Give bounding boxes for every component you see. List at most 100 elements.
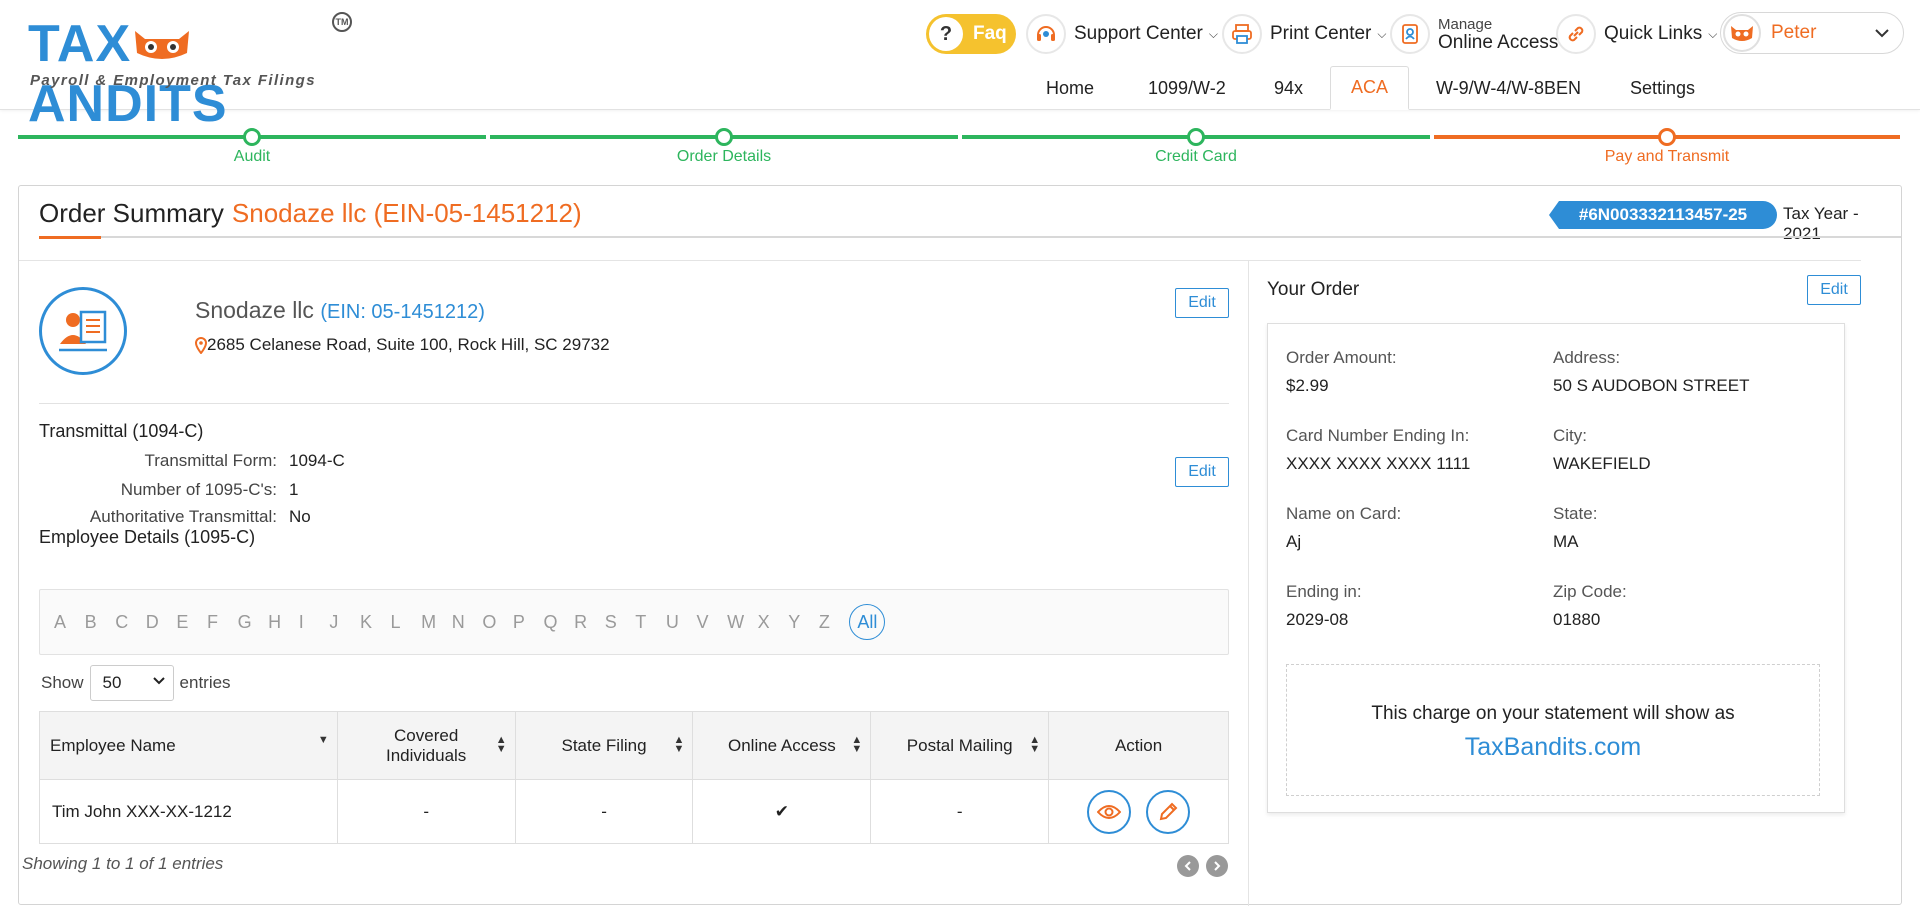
company-ein: (EIN: 05-1451212) [320, 301, 485, 323]
covered-individuals-cell: - [336, 779, 516, 844]
tab-home[interactable]: Home [1026, 66, 1114, 110]
sort-icon: ▲ ▼ [851, 734, 863, 755]
tab-94x[interactable]: 94x [1254, 66, 1323, 110]
letter-filter-e[interactable]: E [176, 612, 207, 633]
letter-filter-s[interactable]: S [605, 612, 636, 633]
print-center-menu[interactable]: Print Center ⌵ [1222, 14, 1386, 54]
letter-filter-g[interactable]: G [238, 612, 269, 633]
col-employee-name[interactable]: Employee Name ▼ [39, 711, 338, 780]
letter-filter-x[interactable]: X [758, 612, 789, 633]
owl-mask-icon [135, 31, 190, 60]
table-row: Tim John XXX-XX-1212 - - ✔ - [39, 779, 1229, 844]
letter-filter-p[interactable]: P [513, 612, 544, 633]
edit-order-button[interactable]: Edit [1807, 275, 1861, 305]
city-field: City: WAKEFIELD [1553, 426, 1651, 474]
letter-filter-w[interactable]: W [727, 612, 758, 633]
state-field: State: MA [1553, 504, 1597, 552]
tab-settings[interactable]: Settings [1610, 66, 1715, 110]
card-expiry-value: 2029-08 [1286, 610, 1349, 629]
employee-table: Employee Name ▼ Covered Individuals ▲ ▼ Sta… [39, 711, 1229, 844]
your-order-pane: Your Order Edit Order Amount: $2.99 Addr… [1249, 260, 1861, 906]
letter-filter-d[interactable]: D [146, 612, 177, 633]
address-field: Address: 50 S AUDOBON STREET [1553, 348, 1750, 396]
transmittal-form-value: 1094-C [289, 451, 345, 470]
step-label: Pay and Transmit [1604, 148, 1730, 165]
letter-filter-i[interactable]: I [299, 612, 330, 633]
app-header: TAXANDITS TM Payroll & Employment Tax Fi… [0, 0, 1920, 133]
letter-filter-r[interactable]: R [574, 612, 605, 633]
taxbandits-logo[interactable]: TAXANDITS TM Payroll & Employment Tax Fi… [28, 10, 368, 133]
letter-filter-f[interactable]: F [207, 612, 238, 633]
col-state-filing[interactable]: State Filing ▲ ▼ [514, 711, 694, 780]
number-1095c-row: Number of 1095-C's: 1 [19, 480, 1019, 504]
col-covered-individuals[interactable]: Covered Individuals ▲ ▼ [336, 711, 516, 780]
tab-1099-w2[interactable]: 1099/W-2 [1128, 66, 1246, 110]
letter-filter-a[interactable]: A [54, 612, 85, 633]
letter-filter-l[interactable]: L [391, 612, 422, 633]
manage-online-access-link[interactable]: Manage Online Access [1390, 14, 1558, 54]
letter-filter-t[interactable]: T [635, 612, 666, 633]
tab-w9-w4-w8ben[interactable]: W-9/W-4/W-8BEN [1416, 66, 1601, 110]
edit-transmittal-button[interactable]: Edit [1175, 457, 1229, 487]
support-center-label: Support Center [1074, 23, 1203, 44]
letter-filter-c[interactable]: C [115, 612, 146, 633]
alphabet-filter: A B C D E F G H I J K L M N O P Q R S T … [39, 589, 1229, 655]
card-expiry-label: Ending in: [1286, 582, 1362, 601]
online-access-cell: ✔ [692, 779, 872, 844]
step-audit[interactable]: Audit [18, 128, 486, 168]
view-button[interactable] [1087, 789, 1132, 834]
letter-filter-j[interactable]: J [329, 612, 360, 633]
previous-page-button[interactable] [1177, 855, 1199, 877]
order-amount-field: Order Amount: $2.99 [1286, 348, 1397, 396]
business-document-icon [39, 287, 127, 375]
order-amount-label: Order Amount: [1286, 348, 1397, 367]
col-online-access[interactable]: Online Access ▲ ▼ [692, 711, 872, 780]
letter-filter-k[interactable]: K [360, 612, 391, 633]
employee-name-cell: Tim John XXX-XX-1212 [39, 779, 338, 844]
order-number-badge: #6N003332113457-25 [1549, 201, 1777, 229]
chevron-down-icon: ⌵ [1208, 26, 1218, 41]
quick-links-menu[interactable]: Quick Links ⌵ [1556, 14, 1717, 54]
letter-filter-h[interactable]: H [268, 612, 299, 633]
edit-company-button[interactable]: Edit [1175, 288, 1229, 318]
card-number-field: Card Number Ending In: XXXX XXXX XXXX 11… [1286, 426, 1470, 474]
letter-filter-u[interactable]: U [666, 612, 697, 633]
chevron-down-icon: ⌵ [1708, 26, 1718, 41]
letter-filter-y[interactable]: Y [788, 612, 819, 633]
zip-code-field: Zip Code: 01880 [1553, 582, 1627, 630]
postal-mailing-cell: - [870, 779, 1050, 844]
number-1095c-value: 1 [289, 480, 299, 499]
sort-icon: ▲ ▼ [673, 734, 685, 755]
col-employee-name-label: Employee Name [50, 735, 176, 755]
sort-desc-icon: ▼ [317, 734, 329, 746]
col-online-access-label: Online Access [727, 735, 836, 755]
link-icon [1556, 14, 1596, 54]
letter-filter-q[interactable]: Q [544, 612, 575, 633]
faq-label: Faq [973, 23, 1007, 44]
user-menu[interactable]: Peter [1720, 12, 1904, 54]
letter-filter-all[interactable]: All [849, 604, 886, 640]
step-credit-card[interactable]: Credit Card [962, 128, 1430, 168]
step-pay-and-transmit[interactable]: Pay and Transmit [1434, 128, 1900, 168]
headset-icon [1026, 14, 1066, 54]
edit-employee-button[interactable] [1145, 789, 1190, 834]
letter-filter-o[interactable]: O [482, 612, 513, 633]
show-label: Show [41, 673, 84, 692]
entries-select[interactable]: 50 [89, 665, 174, 701]
letter-filter-v[interactable]: V [696, 612, 727, 633]
title-underline [39, 236, 1901, 239]
step-order-details[interactable]: Order Details [490, 128, 958, 168]
letter-filter-m[interactable]: M [421, 612, 452, 633]
faq-button[interactable]: ? Faq [926, 14, 1016, 54]
card-number-value: XXXX XXXX XXXX 1111 [1286, 454, 1471, 473]
col-postal-mailing[interactable]: Postal Mailing ▲ ▼ [870, 711, 1050, 780]
authoritative-transmittal-value: No [289, 507, 311, 526]
letter-filter-z[interactable]: Z [819, 612, 850, 633]
tab-aca[interactable]: ACA [1330, 66, 1410, 110]
statement-descriptor-name: TaxBandits.com [1464, 733, 1642, 761]
city-label: City: [1553, 426, 1587, 445]
next-page-button[interactable] [1206, 855, 1228, 877]
support-center-menu[interactable]: Support Center ⌵ [1026, 14, 1218, 54]
letter-filter-n[interactable]: N [452, 612, 483, 633]
letter-filter-b[interactable]: B [85, 612, 116, 633]
